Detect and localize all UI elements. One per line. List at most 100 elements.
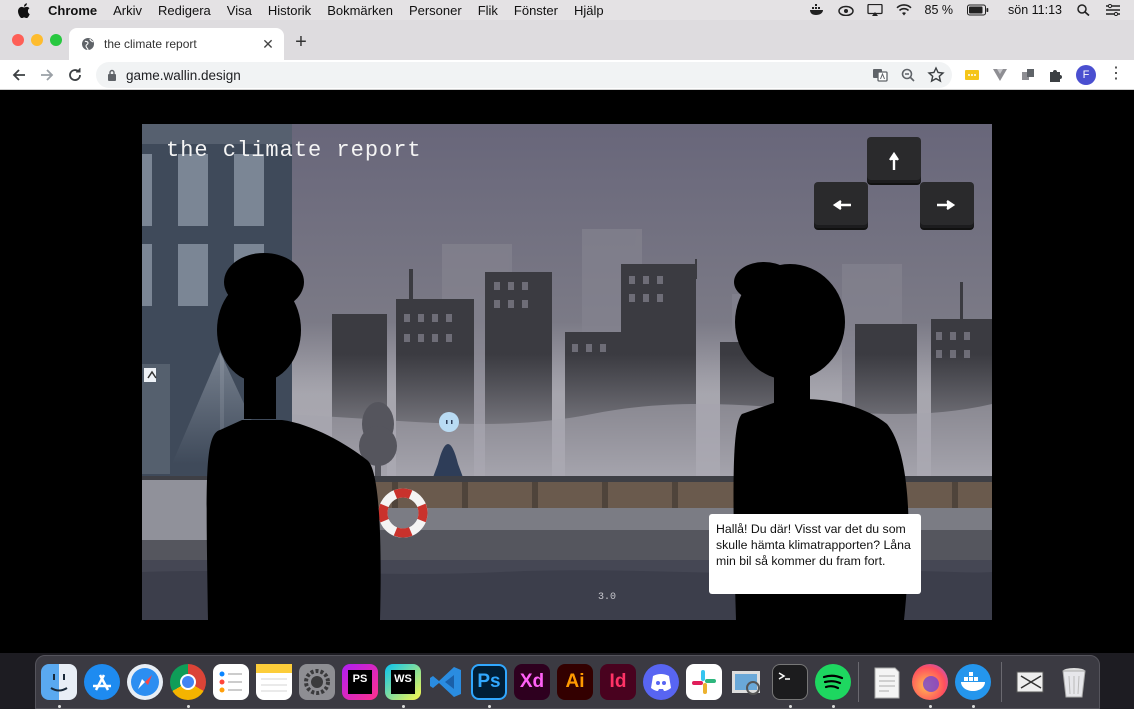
vscode-icon[interactable]	[428, 664, 464, 700]
macos-menu-bar: Chrome Arkiv Redigera Visa Historik Bokm…	[0, 0, 1134, 20]
chrome-menu-kebab-icon[interactable]: ⋮	[1108, 65, 1124, 85]
browser-tab-active[interactable]: the climate report ✕	[69, 28, 284, 60]
window-zoom-button[interactable]	[50, 34, 62, 46]
extension-vue-icon[interactable]	[991, 66, 1009, 84]
adobe-xd-icon[interactable]: Xd	[514, 664, 550, 700]
phpstorm-label: PS	[352, 673, 368, 685]
menu-personer[interactable]: Personer	[409, 3, 462, 18]
menu-hjalp[interactable]: Hjälp	[574, 3, 604, 18]
phpstorm-icon[interactable]: PS	[342, 664, 378, 700]
system-preferences-icon[interactable]	[299, 664, 335, 700]
screenshot-icon[interactable]	[1013, 664, 1049, 700]
screenshot-camera-icon	[1016, 671, 1044, 693]
preview-photos-icon	[732, 671, 760, 695]
spotify-icon[interactable]	[815, 664, 851, 700]
app-store-a-icon	[93, 674, 111, 691]
back-arrow-icon[interactable]	[10, 66, 28, 84]
spotlight-search-icon[interactable]	[1076, 4, 1092, 16]
xd-label: Xd	[519, 671, 545, 692]
address-bar[interactable]: game.wallin.design	[96, 62, 952, 88]
docker-running-dot	[972, 705, 975, 708]
docker-icon[interactable]	[955, 664, 991, 700]
discord-icon[interactable]	[643, 664, 679, 700]
translate-icon[interactable]	[871, 66, 889, 84]
indesign-icon[interactable]: Id	[600, 664, 636, 700]
photoshop-label: Ps	[477, 671, 501, 692]
slack-icon[interactable]	[686, 664, 722, 700]
menu-clock[interactable]: sön 11:13	[1008, 3, 1062, 17]
reminders-icon[interactable]	[213, 664, 249, 700]
battery-percentage: 85 %	[924, 3, 954, 17]
new-tab-button[interactable]: +	[292, 32, 310, 52]
menu-flik[interactable]: Flik	[478, 3, 498, 18]
extension-cubes-icon[interactable]	[1019, 66, 1037, 84]
menu-app-name[interactable]: Chrome	[48, 3, 97, 18]
profile-avatar[interactable]: F	[1076, 65, 1096, 85]
zoom-icon[interactable]	[899, 66, 917, 84]
photoshop-running-dot	[488, 705, 491, 708]
gear-icon	[304, 669, 330, 695]
chrome-icon[interactable]	[170, 664, 206, 700]
terminal-prompt-icon	[778, 672, 790, 680]
npc-dialog-text: Hallå! Du där! Visst var det du som skul…	[716, 522, 911, 568]
webstorm-running-dot	[402, 705, 405, 708]
textedit-page-icon	[874, 667, 900, 699]
lock-icon[interactable]	[107, 69, 117, 81]
arrow-right-key[interactable]	[920, 182, 974, 228]
notes-page-icon	[256, 664, 292, 692]
menu-fonster[interactable]: Fönster	[514, 3, 558, 18]
window-close-button[interactable]	[12, 34, 24, 46]
menu-bokmarken[interactable]: Bokmärken	[327, 3, 393, 18]
globe-favicon-icon	[82, 38, 94, 51]
illustrator-icon[interactable]: Ai	[557, 664, 593, 700]
extension-yellow-icon[interactable]	[963, 66, 981, 84]
spotify-waves-icon	[822, 674, 844, 690]
apple-menu-icon[interactable]	[17, 2, 31, 18]
menu-redigera[interactable]: Redigera	[158, 3, 211, 18]
dock-separator-2	[1001, 662, 1002, 702]
terminal-running-dot	[789, 705, 792, 708]
safari-icon[interactable]	[127, 664, 163, 700]
webstorm-logo-box: WS	[391, 670, 415, 694]
battery-icon[interactable]	[967, 4, 989, 16]
tab-title: the climate report	[104, 37, 197, 51]
reload-icon[interactable]	[66, 66, 84, 84]
arrow-left-key[interactable]	[814, 182, 868, 228]
game-canvas[interactable]: the climate report 3.0 Hallå! Du där! Vi…	[142, 124, 992, 620]
forward-arrow-icon[interactable]	[38, 66, 56, 84]
finder-icon[interactable]	[41, 664, 77, 700]
finder-running-dot	[58, 705, 61, 708]
docker-whale-icon[interactable]	[809, 4, 825, 16]
extensions-puzzle-icon[interactable]	[1047, 66, 1065, 84]
app-store-icon[interactable]	[84, 664, 120, 700]
notes-icon[interactable]	[256, 664, 292, 700]
url-text: game.wallin.design	[126, 67, 241, 83]
creative-cloud-icon[interactable]	[837, 4, 854, 16]
control-center-icon[interactable]	[1105, 4, 1121, 16]
menu-visa[interactable]: Visa	[227, 3, 252, 18]
reminders-list-icon	[219, 671, 242, 693]
menu-historik[interactable]: Historik	[268, 3, 311, 18]
dock-separator	[858, 662, 859, 702]
webstorm-icon[interactable]: WS	[385, 664, 421, 700]
tab-close-icon[interactable]: ✕	[258, 36, 278, 53]
window-minimize-button[interactable]	[31, 34, 43, 46]
menu-arkiv[interactable]: Arkiv	[113, 3, 142, 18]
game-version: 3.0	[598, 592, 617, 603]
terminal-icon[interactable]	[772, 664, 808, 700]
airplay-icon[interactable]	[866, 4, 883, 16]
illustrator-label: Ai	[565, 671, 585, 692]
arrow-up-icon	[889, 151, 899, 170]
preview-icon[interactable]	[729, 664, 765, 700]
npc-dialog-bubble[interactable]: Hallå! Du där! Visst var det du som skul…	[709, 514, 921, 594]
page-viewport: the climate report 3.0 Hallå! Du där! Vi…	[0, 90, 1134, 653]
trash-icon[interactable]	[1056, 664, 1092, 700]
firefox-icon[interactable]	[912, 664, 948, 700]
photoshop-icon[interactable]: Ps	[471, 664, 507, 700]
arrow-up-key[interactable]	[867, 137, 921, 183]
bookmark-star-icon[interactable]	[927, 66, 945, 84]
textedit-icon[interactable]	[869, 664, 905, 700]
menu-bar-extras: 85 % sön 11:13	[809, 0, 1134, 20]
arrow-left-icon	[832, 200, 851, 210]
wifi-icon[interactable]	[895, 4, 912, 16]
